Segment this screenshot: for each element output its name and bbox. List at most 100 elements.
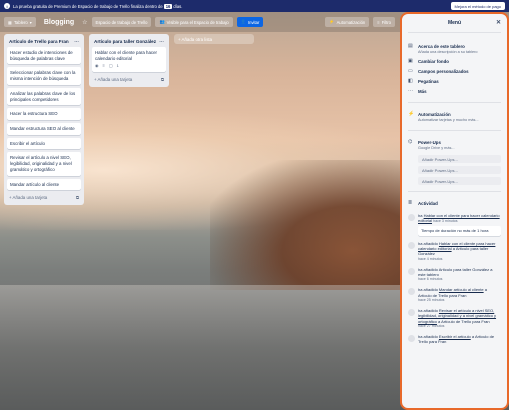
card-badges: ◉ ≡ ▢ 1 — [95, 63, 163, 68]
list-header[interactable]: Artículo para taller González ··· — [92, 37, 166, 47]
activity-icon: ≣ — [408, 199, 413, 206]
activity-text: ha añadido — [418, 240, 438, 246]
view-switcher[interactable]: ▦ Tablero ▾ — [4, 17, 36, 27]
board-icon: ▤ — [408, 42, 413, 49]
menu-item-more[interactable]: ··· Más — [408, 86, 501, 96]
more-icon[interactable]: ··· — [74, 39, 79, 44]
template-icon[interactable]: ⧉ — [76, 195, 79, 200]
invite-button[interactable]: 👤 Invitar — [236, 17, 264, 27]
list-card[interactable]: Mandar estructura SEO al cliente — [7, 123, 81, 135]
activity-item: ha añadido Hablar con el cliente para ha… — [408, 241, 501, 262]
board-view-icon: ▦ — [8, 19, 12, 25]
activity-time: hace 6 minutos — [418, 277, 443, 282]
avatar — [408, 267, 415, 275]
list-card[interactable]: Hacer estudio de intenciones de búsqueda… — [7, 47, 81, 65]
activity-item: ha añadido Artículo para taller González… — [408, 267, 501, 283]
add-powerup-button[interactable]: Añadir Power-Ups... — [418, 155, 501, 163]
add-list-button[interactable]: + Añada otra lista — [174, 34, 254, 44]
avatar — [408, 334, 415, 342]
activity-time: hace 4 minutos — [418, 256, 443, 261]
list-title: Artículo para taller González — [94, 39, 157, 44]
activity-text: ha añadido — [418, 287, 438, 293]
template-icon[interactable]: ⧉ — [161, 77, 164, 82]
star-icon[interactable]: ☆ — [82, 19, 87, 26]
list-title: Artículo de Trello para Fran — [9, 39, 69, 44]
visibility-button[interactable]: 👥 Visible para el Espacio de trabajo — [155, 17, 233, 27]
add-powerup-button[interactable]: Añadir Power-Ups... — [418, 166, 501, 174]
automation-button[interactable]: ⚡ Automatización — [325, 17, 370, 27]
activity-time: hace 3 minutos — [433, 219, 458, 224]
divider — [408, 191, 501, 192]
activity-title: Actividad — [418, 200, 438, 206]
filter-icon: ≡ — [377, 19, 380, 25]
workspace-button[interactable]: Espacio de trabajo de Trello — [91, 17, 152, 27]
custom-fields-icon: ▭ — [408, 67, 413, 74]
menu-item-custom-fields[interactable]: ▭ Campos personalizados — [408, 66, 501, 76]
menu-item-powerups[interactable]: ⌬ Power-Ups Google Drive y más... — [408, 137, 501, 152]
lightning-icon: ⚡ — [408, 110, 415, 117]
add-card-button[interactable]: + Añada una tarjeta ⧉ — [92, 75, 166, 84]
close-icon[interactable]: ✕ — [496, 19, 501, 26]
menu-item-automation[interactable]: ⚡ Automatización Automatizar tarjetas y … — [408, 109, 501, 124]
menu-item-subtitle: Añada una descripción a su tablero — [418, 49, 478, 54]
lightning-icon: ⚡ — [329, 19, 335, 24]
menu-item-background[interactable]: ▣ Cambiar fondo — [408, 56, 501, 66]
avatar — [408, 308, 415, 316]
avatar — [408, 241, 415, 249]
activity-header[interactable]: ≣ Actividad — [408, 198, 501, 208]
activity-item: ha añadido Escribir el artículo a Artícu… — [408, 334, 501, 345]
add-card-label: + Añada una tarjeta — [9, 195, 48, 201]
upgrade-button[interactable]: Mejora el método de pago — [450, 2, 505, 10]
add-card-button[interactable]: + Añada una tarjeta ⧉ — [7, 193, 81, 202]
more-icon: ··· — [408, 87, 413, 94]
card-title: Hablar con el cliente para hacer calenda… — [95, 50, 157, 61]
list-card[interactable]: Analizar las palabras clave de los princ… — [7, 87, 81, 106]
menu-item-title: Acerca de este tablero — [418, 43, 465, 49]
activity-card-link[interactable]: Mandar artículo al cliente — [439, 287, 484, 292]
list-card[interactable]: Mandar artículo al cliente — [7, 178, 81, 191]
avatar — [408, 214, 415, 221]
list-card[interactable]: Revisar el artículo a nivel SEO, legibil… — [7, 152, 81, 176]
add-powerup-button[interactable]: Añadir Power-Ups... — [418, 177, 501, 185]
activity-text-end: a Artículo de Trello para Fran — [438, 318, 490, 324]
menu-header: Menú ✕ — [408, 18, 501, 33]
list-header[interactable]: Artículo de Trello para Fran ··· — [7, 37, 81, 47]
activity-item: ha Hablar con el cliente para hacer cale… — [408, 213, 501, 236]
comment-icon: ▢ — [108, 63, 113, 69]
menu-item-stickers[interactable]: ◧ Pegatinas — [408, 76, 501, 86]
activity-time: hace 27 minutos — [418, 324, 445, 329]
menu-item-title: Pegatinas — [418, 78, 439, 84]
list-card[interactable]: Hablar con el cliente para hacer calenda… — [92, 47, 166, 72]
visibility-label: Visible para el Espacio de trabajo — [166, 19, 229, 25]
menu-item-title: Cambiar fondo — [418, 58, 449, 64]
add-card-label: + Añada una tarjeta — [94, 76, 133, 82]
list-card[interactable]: Seleccionar palabras clave con la misma … — [7, 67, 81, 85]
more-icon[interactable]: ··· — [159, 39, 164, 44]
trial-text: La prueba gratuita de Premium de Espacio… — [13, 3, 163, 9]
menu-item-title: Campos personalizados — [418, 68, 469, 74]
board-title[interactable]: Blogging — [40, 19, 78, 26]
activity-card-link[interactable]: Escribir el artículo — [439, 334, 471, 339]
people-icon: 👥 — [159, 19, 165, 24]
board-menu: Menú ✕ ▤ Acerca de este tablero Añada un… — [400, 12, 509, 410]
list-card[interactable]: Escribir el artículo — [7, 137, 81, 150]
list-fran: Artículo de Trello para Fran ··· Hacer e… — [4, 34, 84, 206]
list-gonzalez: Artículo para taller González ··· Hablar… — [89, 34, 169, 87]
sticker-icon: ◧ — [408, 77, 413, 84]
menu-item-title: Más — [418, 88, 427, 94]
activity-card-link[interactable]: Hablar con el cliente para hacer calenda… — [418, 213, 500, 223]
image-icon: ▣ — [408, 57, 413, 64]
invite-label: Invitar — [247, 19, 260, 25]
menu-item-about[interactable]: ▤ Acerca de este tablero Añada una descr… — [408, 41, 501, 56]
view-label: Tablero — [13, 19, 28, 25]
divider — [408, 130, 501, 131]
list-card[interactable]: Hacer la estructura SEO — [7, 108, 81, 121]
person-add-icon: 👤 — [240, 19, 246, 24]
description-icon: ≡ — [102, 63, 105, 69]
activity-text: ha añadido — [418, 333, 438, 339]
menu-item-subtitle: Google Drive y más... — [418, 145, 455, 150]
avatar — [408, 288, 415, 296]
filter-button[interactable]: ≡ Filtro — [373, 17, 395, 27]
rocket-icon: ⌬ — [408, 138, 413, 145]
activity-item: ha añadido Revisar el artículo a nivel S… — [408, 308, 501, 329]
